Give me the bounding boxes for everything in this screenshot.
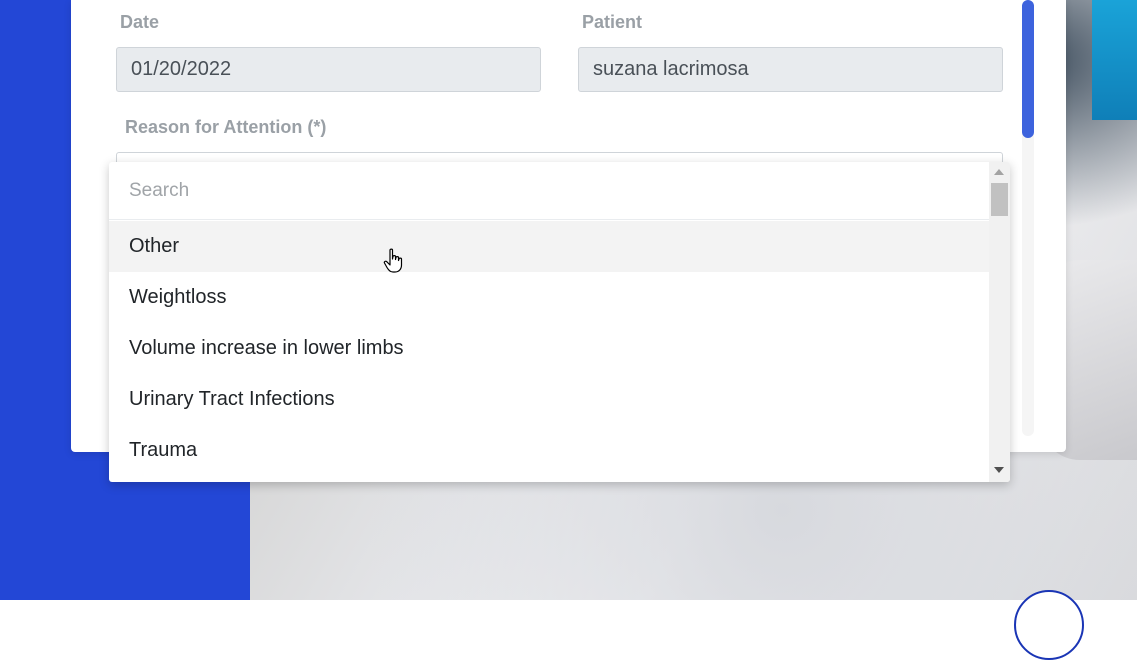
- dropdown-option[interactable]: Weightloss: [109, 272, 989, 323]
- dropdown-search-input[interactable]: Search: [109, 162, 989, 220]
- triangle-up-icon[interactable]: [994, 169, 1004, 175]
- dropdown-option[interactable]: Other: [109, 221, 989, 272]
- background-photo-detail: [1092, 0, 1137, 120]
- card-scrollbar-thumb[interactable]: [1022, 0, 1034, 138]
- triangle-down-icon[interactable]: [994, 467, 1004, 473]
- patient-field[interactable]: suzana lacrimosa: [578, 47, 1003, 92]
- date-field[interactable]: 01/20/2022: [116, 47, 541, 92]
- date-label: Date: [120, 12, 160, 32]
- dropdown-option[interactable]: Volume increase in lower limbs: [109, 323, 989, 374]
- patient-label: Patient: [582, 12, 643, 32]
- dropdown-scrollbar-thumb[interactable]: [991, 183, 1008, 216]
- reason-dropdown: Search Other Weightloss Volume increase …: [109, 162, 1010, 482]
- reason-label: Reason for Attention (*): [125, 117, 327, 137]
- dropdown-option[interactable]: Urinary Tract Infections: [109, 374, 989, 425]
- floating-action-button[interactable]: [1014, 590, 1084, 660]
- dropdown-option[interactable]: Trauma: [109, 425, 989, 476]
- hand-pointer-icon: [383, 248, 403, 273]
